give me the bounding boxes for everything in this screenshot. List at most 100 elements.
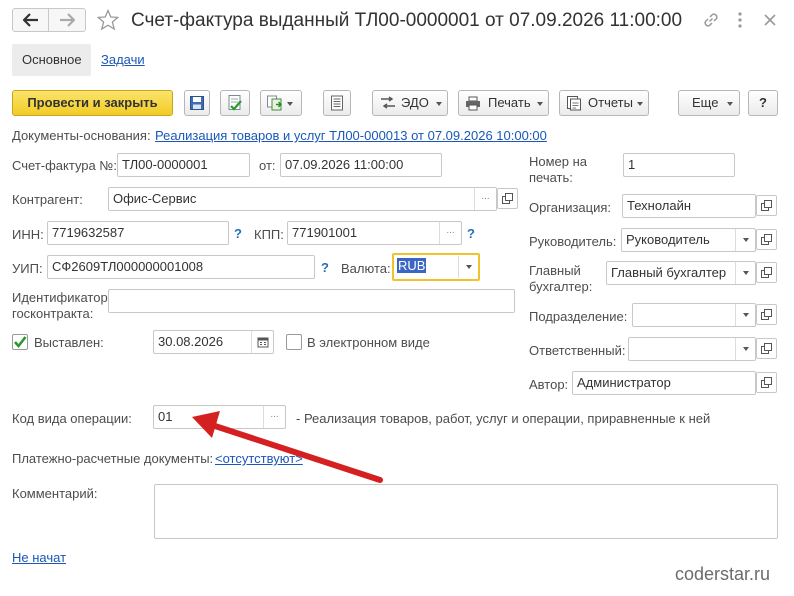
- open-icon: [761, 234, 772, 245]
- invoice-no-field[interactable]: ТЛ00-0000001: [117, 153, 250, 177]
- chief-acc-value: Главный бухгалтер: [611, 265, 727, 280]
- kpp-help-icon[interactable]: ?: [467, 226, 475, 241]
- calendar-button[interactable]: [251, 331, 273, 353]
- annotation-arrow: [192, 411, 383, 483]
- tab-main-label: Основное: [22, 52, 82, 67]
- from-date-field[interactable]: 07.09.2026 11:00:00: [280, 153, 442, 177]
- save-icon: [190, 96, 204, 110]
- uip-help-icon[interactable]: ?: [321, 260, 329, 275]
- currency-label: Валюта:: [341, 261, 391, 276]
- reports-button[interactable]: Отчеты: [559, 90, 649, 116]
- link-icon[interactable]: [702, 11, 720, 29]
- open-button[interactable]: [497, 188, 518, 209]
- issued-checkbox[interactable]: [12, 334, 28, 350]
- forward-button[interactable]: [49, 9, 85, 31]
- tab-main[interactable]: Основное: [12, 44, 91, 76]
- checkmark-icon: [14, 336, 27, 349]
- counterparty-label: Контрагент:: [12, 192, 83, 207]
- head-open-button[interactable]: [756, 229, 777, 250]
- print-label: Печать: [488, 95, 531, 110]
- edo-label: ЭДО: [401, 95, 429, 110]
- open-icon: [502, 193, 513, 204]
- save-button[interactable]: [184, 90, 210, 116]
- op-code-label: Код вида операции:: [12, 411, 132, 426]
- author-value: Администратор: [577, 375, 671, 390]
- post-button[interactable]: [220, 90, 250, 116]
- kpp-field[interactable]: 771901001 ...: [287, 221, 462, 245]
- payment-docs-label: Платежно-расчетные документы:: [12, 451, 214, 466]
- invoice-no-value: ТЛ00-0000001: [122, 157, 208, 172]
- chevron-down-icon[interactable]: [735, 229, 755, 251]
- post-and-close-label: Провести и закрыть: [27, 95, 158, 110]
- basis-link[interactable]: Реализация товаров и услуг ТЛ00-000013 о…: [155, 128, 547, 144]
- print-button[interactable]: Печать: [458, 90, 549, 116]
- dept-open-button[interactable]: [756, 304, 777, 325]
- chevron-down-icon: [637, 102, 643, 106]
- org-open-button[interactable]: [756, 195, 777, 216]
- print-no-label: Номер на печать:: [529, 154, 588, 185]
- back-button[interactable]: [13, 9, 49, 31]
- kpp-select-button[interactable]: ...: [439, 222, 461, 244]
- comment-textarea[interactable]: [154, 484, 778, 539]
- help-label: ?: [759, 95, 767, 110]
- author-field[interactable]: Администратор: [572, 371, 756, 395]
- chevron-down-icon[interactable]: [735, 338, 755, 360]
- status-link[interactable]: Не начат: [12, 550, 66, 566]
- help-button[interactable]: ?: [748, 90, 778, 116]
- dept-select[interactable]: [632, 303, 756, 327]
- from-date-value: 07.09.2026 11:00:00: [285, 157, 404, 172]
- post-and-close-button[interactable]: Провести и закрыть: [12, 90, 173, 116]
- chevron-down-icon[interactable]: [735, 262, 755, 284]
- electronic-label: В электронном виде: [307, 335, 430, 350]
- chief-acc-select[interactable]: Главный бухгалтер: [606, 261, 756, 285]
- author-open-button[interactable]: [756, 372, 777, 393]
- list-structure-icon: [331, 95, 343, 111]
- currency-value: RUB: [397, 258, 427, 273]
- inn-field[interactable]: 7719632587: [47, 221, 229, 245]
- open-icon: [761, 377, 772, 388]
- inn-value: 7719632587: [52, 225, 125, 240]
- printer-icon: [466, 96, 480, 111]
- inn-help-icon[interactable]: ?: [234, 226, 242, 241]
- uip-value: СФ2609ТЛ000000001008: [52, 259, 204, 274]
- counterparty-field[interactable]: Офис-Сервис ...: [108, 187, 497, 211]
- currency-select[interactable]: RUB: [392, 253, 480, 281]
- basis-label: Документы-основания:: [12, 128, 151, 143]
- print-no-field[interactable]: 1: [623, 153, 735, 177]
- edo-icon: [381, 96, 395, 109]
- chevron-down-icon[interactable]: [458, 256, 478, 278]
- tab-tasks[interactable]: Задачи: [101, 52, 145, 67]
- electronic-checkbox[interactable]: [286, 334, 302, 350]
- open-icon: [761, 309, 772, 320]
- responsible-open-button[interactable]: [756, 338, 777, 359]
- head-select[interactable]: Руководитель: [621, 228, 756, 252]
- more-actions-button[interactable]: Еще: [678, 90, 740, 116]
- chevron-down-icon[interactable]: [735, 304, 755, 326]
- more-icon[interactable]: [737, 11, 743, 29]
- issued-date-field[interactable]: 30.08.2026: [153, 330, 274, 354]
- op-code-value: 01: [158, 409, 173, 424]
- org-value: Технолайн: [627, 198, 692, 213]
- responsible-label: Ответственный:: [529, 343, 626, 358]
- close-icon[interactable]: [763, 13, 777, 27]
- nav-buttons: [12, 8, 86, 32]
- issued-date-value: 30.08.2026: [158, 334, 224, 349]
- star-icon[interactable]: [97, 9, 119, 31]
- open-icon: [761, 200, 772, 211]
- post-document-icon: [228, 95, 242, 111]
- kpp-label: КПП:: [254, 227, 284, 242]
- chief-acc-open-button[interactable]: [756, 262, 777, 283]
- more-actions-label: Еще: [692, 95, 719, 110]
- create-based-on-button[interactable]: [260, 90, 302, 116]
- responsible-select[interactable]: [628, 337, 756, 361]
- edo-button[interactable]: ЭДО: [372, 90, 448, 116]
- select-button[interactable]: ...: [474, 188, 496, 210]
- org-field[interactable]: Технолайн: [622, 194, 756, 218]
- structure-button[interactable]: [323, 90, 351, 116]
- uip-field[interactable]: СФ2609ТЛ000000001008: [47, 255, 315, 279]
- from-label: от:: [259, 158, 276, 173]
- gov-contract-field[interactable]: [108, 289, 515, 313]
- open-icon: [761, 267, 772, 278]
- chevron-down-icon: [537, 102, 543, 106]
- gov-contract-label: Идентификатор госконтракта:: [12, 290, 108, 321]
